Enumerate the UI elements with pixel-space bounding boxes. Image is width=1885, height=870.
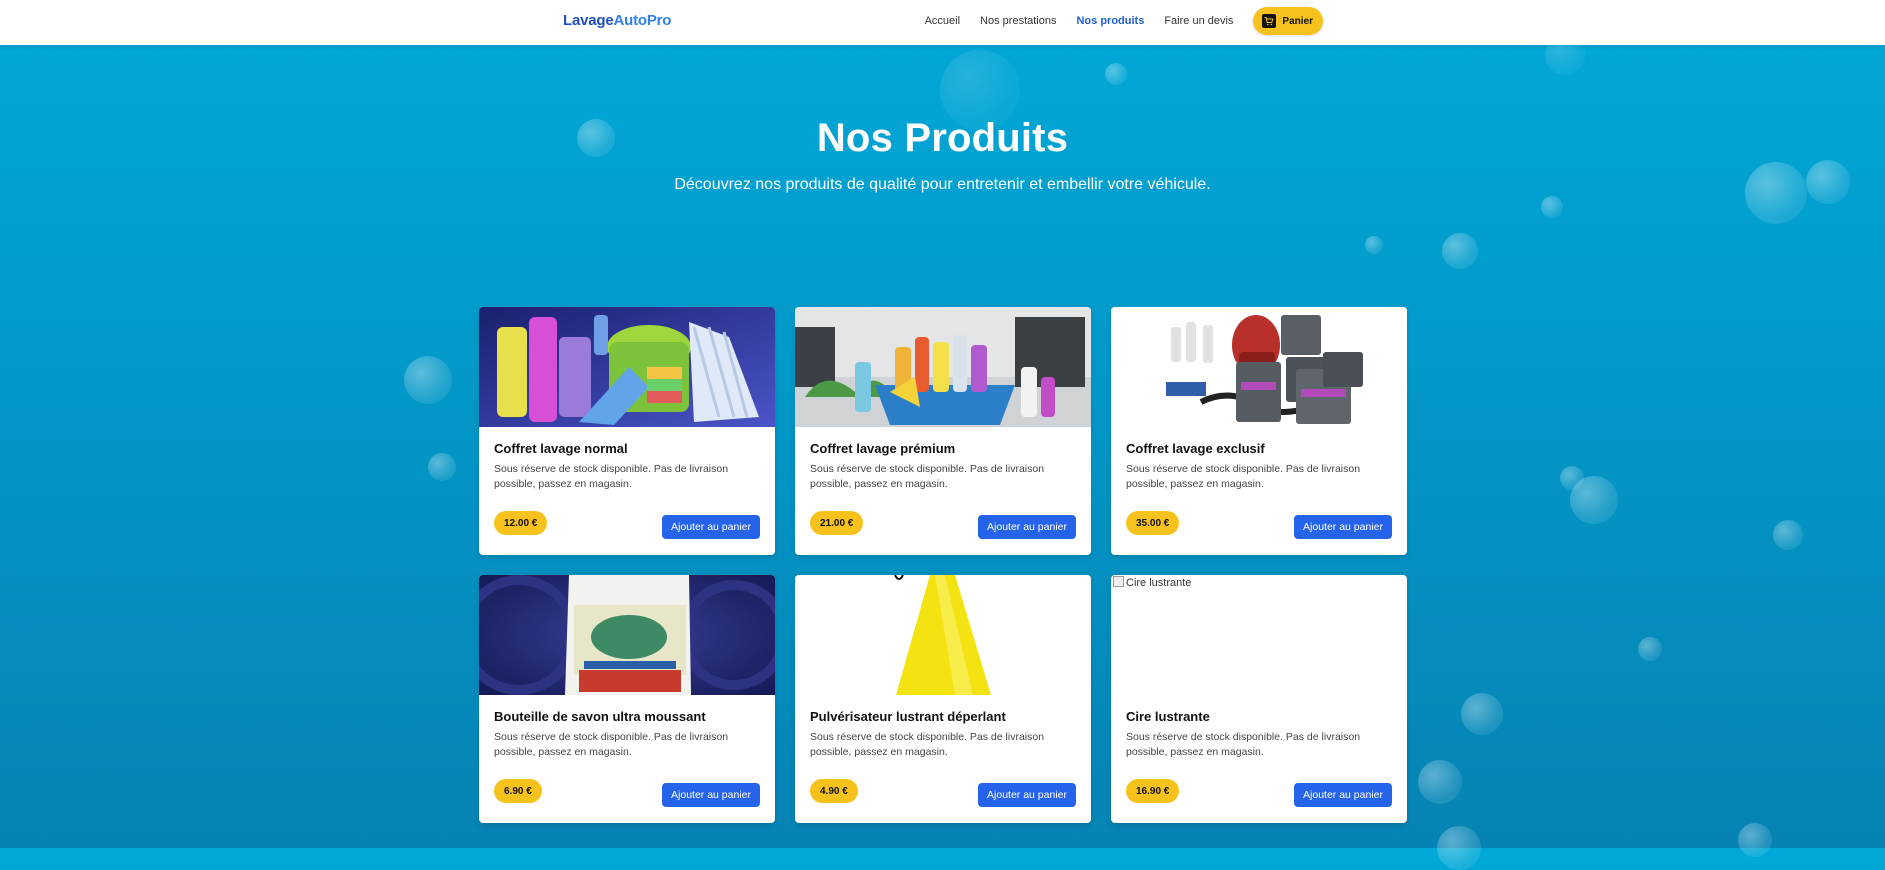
add-to-cart-button[interactable]: Ajouter au panier (662, 515, 760, 539)
cleaning-basket-image (795, 307, 1091, 427)
product-title: Cire lustrante (1126, 709, 1210, 724)
price-badge: 12.00 € (494, 511, 548, 535)
soap-bottle-image (479, 575, 775, 695)
nav-link-prestations[interactable]: Nos prestations (980, 15, 1056, 27)
page-title: Nos Produits (816, 116, 1069, 160)
product-card: Pulvérisateur lustrant déperlant Sous ré… (795, 575, 1091, 823)
page-subtitle: Découvrez nos produits de qualité pour e… (674, 176, 1211, 193)
price-badge: 16.90 € (1126, 779, 1180, 803)
add-to-cart-button[interactable]: Ajouter au panier (978, 515, 1076, 539)
car-care-kit-image (1111, 307, 1407, 427)
product-description: Sous réserve de stock disponible. Pas de… (1126, 463, 1361, 490)
product-grid: Coffret lavage normal Sous réserve de st… (479, 307, 1408, 823)
add-to-cart-button[interactable]: Ajouter au panier (1294, 515, 1392, 539)
brand-name-part1: Lavage (563, 12, 614, 29)
yellow-sprayer-image (795, 575, 1091, 695)
product-title: Coffret lavage normal (494, 441, 628, 456)
product-card: Bouteille de savon ultra moussant Sous r… (479, 575, 775, 823)
product-title: Coffret lavage prémium (810, 441, 956, 456)
cart-icon (1262, 14, 1277, 28)
price-badge: 4.90 € (810, 779, 858, 803)
product-title: Bouteille de savon ultra moussant (494, 709, 706, 724)
add-to-cart-button[interactable]: Ajouter au panier (662, 783, 760, 807)
nav-link-accueil[interactable]: Accueil (925, 15, 960, 27)
cart-label: Panier (1282, 15, 1313, 27)
cleaning-supplies-image (479, 307, 775, 427)
product-description: Sous réserve de stock disponible. Pas de… (494, 731, 729, 758)
product-card: Cire lustrante Cire lustrante Sous réser… (1111, 575, 1407, 823)
nav-link-devis[interactable]: Faire un devis (1164, 15, 1233, 27)
price-badge: 6.90 € (494, 779, 542, 803)
broken-image: Cire lustrante (1111, 575, 1407, 695)
product-card: Coffret lavage normal Sous réserve de st… (479, 307, 775, 555)
product-description: Sous réserve de stock disponible. Pas de… (810, 463, 1045, 490)
main-nav: Accueil Nos prestations Nos produits Fai… (905, 7, 1323, 35)
cart-button[interactable]: Panier (1253, 7, 1323, 35)
top-navbar: LavageAutoPro Accueil Nos prestations No… (0, 0, 1885, 45)
nav-link-produits[interactable]: Nos produits (1076, 15, 1144, 27)
image-alt-text: Cire lustrante (1113, 576, 1191, 589)
brand-name-part2: AutoPro (613, 12, 672, 29)
product-title: Pulvérisateur lustrant déperlant (810, 709, 1006, 724)
product-title: Coffret lavage exclusif (1126, 441, 1265, 456)
add-to-cart-button[interactable]: Ajouter au panier (978, 783, 1076, 807)
broken-image-icon (1113, 576, 1124, 587)
product-description: Sous réserve de stock disponible. Pas de… (810, 731, 1045, 758)
product-description: Sous réserve de stock disponible. Pas de… (1126, 731, 1361, 758)
product-card: Coffret lavage exclusif Sous réserve de … (1111, 307, 1407, 555)
brand-logo[interactable]: LavageAutoPro (563, 12, 671, 29)
price-badge: 21.00 € (810, 511, 864, 535)
product-description: Sous réserve de stock disponible. Pas de… (494, 463, 729, 490)
product-card: Coffret lavage prémium Sous réserve de s… (795, 307, 1091, 555)
price-badge: 35.00 € (1126, 511, 1180, 535)
add-to-cart-button[interactable]: Ajouter au panier (1294, 783, 1392, 807)
